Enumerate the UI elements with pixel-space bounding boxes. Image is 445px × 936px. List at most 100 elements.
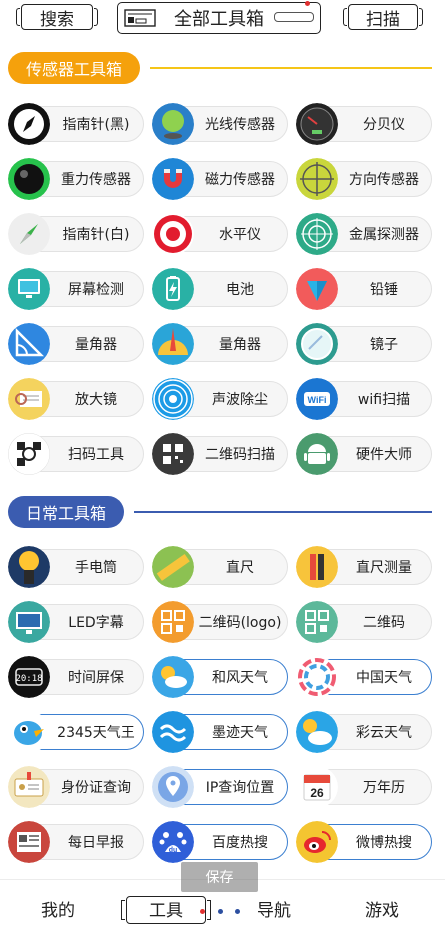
clock-screen-icon: 20:18 — [8, 656, 50, 698]
svg-text:WiFi: WiFi — [308, 395, 327, 405]
tool-item[interactable]: 直尺 — [152, 546, 288, 588]
tool-item[interactable]: 指南针(黑) — [8, 103, 144, 145]
scan-button[interactable]: 扫描 — [343, 4, 423, 30]
daily-section-title: 日常工具箱 — [8, 496, 125, 528]
soundwave-icon — [152, 378, 194, 420]
tool-item[interactable]: 和风天气 — [152, 656, 288, 698]
tool-label: 水平仪 — [219, 227, 261, 243]
tool-label: 方向传感器 — [349, 172, 419, 188]
tool-item[interactable]: 声波除尘 — [152, 378, 288, 420]
tool-label: 扫码工具 — [68, 447, 124, 463]
ruler-icon — [152, 546, 194, 588]
tool-item[interactable]: 2345天气王 — [8, 711, 144, 753]
mirror-icon — [296, 323, 338, 365]
tool-item[interactable]: 量角器 — [8, 323, 144, 365]
tool-item[interactable]: 指南针(白) — [8, 213, 144, 255]
sensor-section-line — [150, 67, 432, 69]
battery-icon — [152, 268, 194, 310]
tool-item[interactable]: 水平仪 — [152, 213, 288, 255]
caiyun-weather-icon — [296, 711, 338, 753]
radar-icon — [296, 213, 338, 255]
tool-item[interactable]: 直尺测量 — [296, 546, 432, 588]
tool-item[interactable]: 26 万年历 — [296, 766, 432, 808]
svg-text:du: du — [169, 847, 178, 854]
target-icon — [152, 213, 194, 255]
tool-label: IP查询位置 — [205, 780, 275, 796]
qr-logo-icon — [152, 601, 194, 643]
tool-item[interactable]: 中国天气 — [296, 656, 432, 698]
tool-label: 指南针(白) — [62, 227, 130, 243]
search-button[interactable]: 搜索 — [16, 4, 98, 30]
nav-indicator-dot — [218, 909, 223, 914]
tool-item[interactable]: 微博热搜 — [296, 821, 432, 863]
tool-item[interactable]: 方向传感器 — [296, 158, 432, 200]
tool-item[interactable]: 磁力传感器 — [152, 158, 288, 200]
monitor-check-icon — [8, 268, 50, 310]
title-decoration-icon — [124, 9, 156, 27]
tool-item[interactable]: 铅锤 — [296, 268, 432, 310]
tool-item[interactable]: 彩云天气 — [296, 711, 432, 753]
tool-item[interactable]: 每日早报 — [8, 821, 144, 863]
tool-item[interactable]: 光线传感器 — [152, 103, 288, 145]
tool-item[interactable]: 扫码工具 — [8, 433, 144, 475]
tool-item[interactable]: 二维码 — [296, 601, 432, 643]
tool-item[interactable]: 20:18 时间屏保 — [8, 656, 144, 698]
tool-item[interactable]: 墨迹天气 — [152, 711, 288, 753]
tool-label: 铅锤 — [370, 282, 398, 298]
tool-item[interactable]: 金属探测器 — [296, 213, 432, 255]
compass-black-icon — [8, 103, 50, 145]
tool-label: 直尺测量 — [356, 560, 412, 576]
title-red-dot — [305, 1, 310, 6]
svg-text:20:18: 20:18 — [15, 674, 42, 684]
tool-item[interactable]: 身份证查询 — [8, 766, 144, 808]
calendar-icon: 26 — [296, 766, 338, 808]
nav-mine[interactable]: 我的 — [18, 880, 98, 936]
nav-mine-label: 我的 — [41, 900, 75, 921]
tool-label: 二维码扫描 — [205, 447, 275, 463]
decibel-meter-icon — [296, 103, 338, 145]
tool-item[interactable]: 二维码(logo) — [152, 601, 288, 643]
tool-item[interactable]: IP查询位置 — [152, 766, 288, 808]
tool-item[interactable]: 重力传感器 — [8, 158, 144, 200]
tool-item[interactable]: 屏幕检测 — [8, 268, 144, 310]
tool-label: 2345天气王 — [57, 725, 135, 741]
search-label: 搜索 — [40, 9, 74, 30]
nav-games[interactable]: 游戏 — [342, 880, 422, 936]
tool-item[interactable]: du 百度热搜 — [152, 821, 288, 863]
tool-label: 分贝仪 — [363, 117, 405, 133]
scan-code-icon — [8, 433, 50, 475]
nav-active-dot — [200, 909, 205, 914]
baidu-icon: du — [152, 821, 194, 863]
tool-item[interactable]: 镜子 — [296, 323, 432, 365]
tool-item[interactable]: LED字幕 — [8, 601, 144, 643]
tool-label: 电池 — [226, 282, 254, 298]
tool-item[interactable]: WiFi wifi扫描 — [296, 378, 432, 420]
tool-item[interactable]: 硬件大师 — [296, 433, 432, 475]
tool-label: 指南针(黑) — [62, 117, 130, 133]
page-title-frame: 全部工具箱 — [117, 1, 321, 34]
tool-item[interactable]: 电池 — [152, 268, 288, 310]
tool-item[interactable]: 分贝仪 — [296, 103, 432, 145]
svg-text:26: 26 — [310, 786, 324, 800]
sensor-section-title: 传感器工具箱 — [8, 52, 141, 84]
title-slider-decoration — [274, 12, 314, 22]
tool-label: 声波除尘 — [212, 392, 268, 408]
light-sensor-icon — [152, 103, 194, 145]
top-bar: 搜索 全部工具箱 扫描 — [0, 0, 445, 40]
daily-section-line — [134, 511, 432, 513]
tool-item[interactable]: 量角器 — [152, 323, 288, 365]
crosshair-icon — [296, 158, 338, 200]
tool-label: 金属探测器 — [349, 227, 419, 243]
magnifier-icon — [8, 378, 50, 420]
tool-item[interactable]: 放大镜 — [8, 378, 144, 420]
tool-label: 磁力传感器 — [205, 172, 275, 188]
tool-label: 墨迹天气 — [212, 725, 268, 741]
tool-label: 时间屏保 — [68, 670, 124, 686]
tool-item[interactable]: 手电筒 — [8, 546, 144, 588]
nav-games-label: 游戏 — [365, 900, 399, 921]
tool-label: 量角器 — [75, 337, 117, 353]
plumb-icon — [296, 268, 338, 310]
tool-item[interactable]: 二维码扫描 — [152, 433, 288, 475]
qr-code-icon — [296, 601, 338, 643]
tool-label: 量角器 — [219, 337, 261, 353]
